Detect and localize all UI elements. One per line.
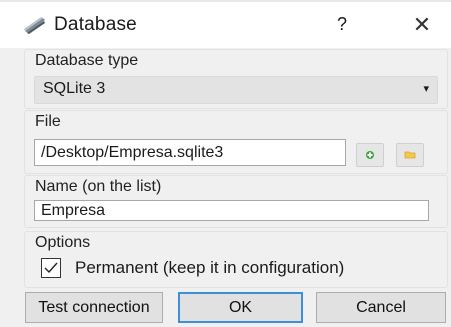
close-icon[interactable]: ✕ xyxy=(410,12,434,38)
title-bar: Database ? ✕ xyxy=(0,2,451,48)
database-app-icon xyxy=(23,15,47,35)
permanent-label[interactable]: Permanent (keep it in configuration) xyxy=(75,258,344,278)
name-label: Name (on the list) xyxy=(35,178,162,195)
file-path-input[interactable]: /Desktop/Empresa.sqlite3 xyxy=(34,139,346,166)
file-label: File xyxy=(35,113,61,130)
ok-button[interactable]: OK xyxy=(178,292,303,323)
folder-icon xyxy=(404,151,416,159)
help-button[interactable]: ? xyxy=(332,14,352,35)
options-label: Options xyxy=(35,234,91,251)
browse-file-button[interactable] xyxy=(396,143,424,167)
new-file-icon xyxy=(366,151,374,159)
name-input[interactable]: Empresa xyxy=(34,200,429,221)
database-type-label: Database type xyxy=(35,52,139,69)
database-type-value: SQLite 3 xyxy=(43,80,106,97)
cancel-button[interactable]: Cancel xyxy=(316,292,446,323)
chevron-down-icon: ▾ xyxy=(423,83,429,95)
database-type-select[interactable]: SQLite 3 ▾ xyxy=(34,76,438,104)
permanent-checkbox[interactable] xyxy=(41,258,61,278)
new-file-button[interactable] xyxy=(356,143,384,167)
test-connection-button[interactable]: Test connection xyxy=(25,292,163,323)
window-title: Database xyxy=(54,14,137,35)
check-icon xyxy=(44,262,58,274)
